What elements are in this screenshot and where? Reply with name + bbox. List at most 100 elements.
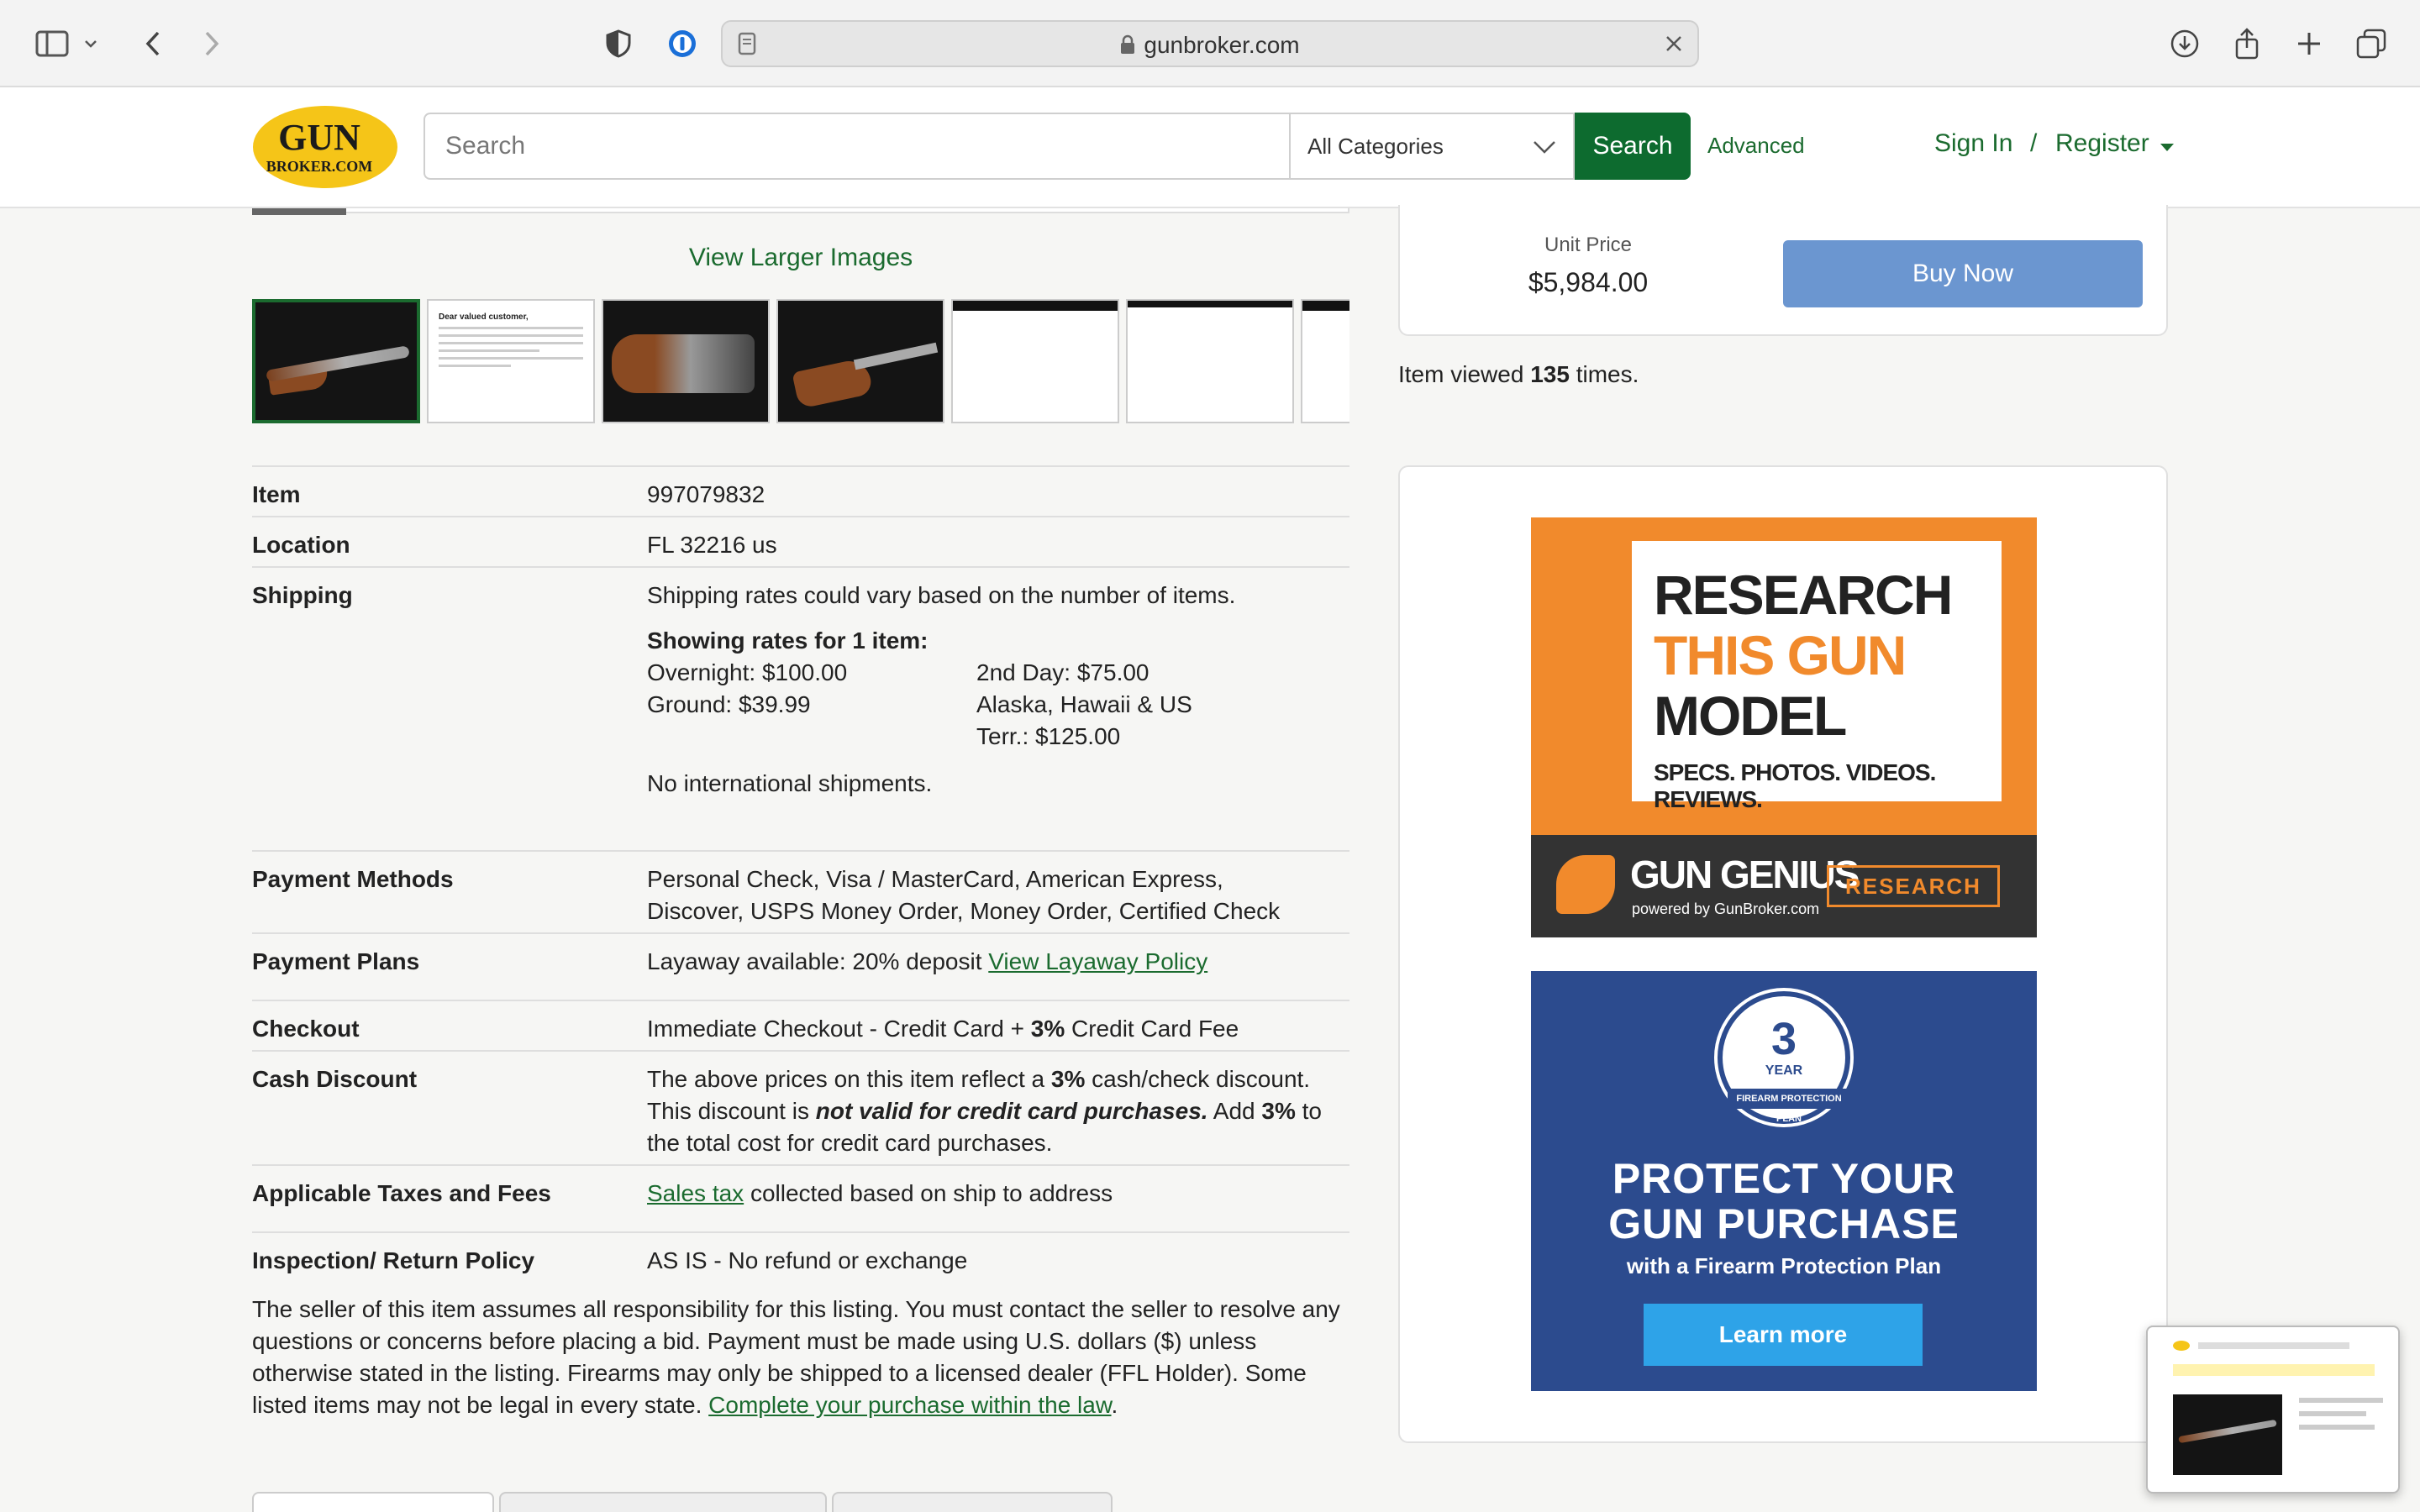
ad-panel: RESEARCH THIS GUN MODEL SPECS. PHOTOS. V… (1398, 465, 2168, 1443)
detail-row-checkout: Checkout Immediate Checkout - Credit Car… (252, 1000, 1349, 1050)
search-input[interactable] (424, 113, 1289, 180)
tab-overview-icon[interactable] (2349, 22, 2393, 66)
letter-title: Dear valued customer, (439, 312, 529, 322)
site-header: GUN BROKER.COM All Categories Search Adv… (0, 87, 2420, 208)
detail-label: Payment Methods (252, 866, 454, 892)
rate-2nd-day: 2nd Day: $75.00 (976, 659, 1150, 685)
separator: / (2030, 129, 2038, 157)
preview-image (2173, 1394, 2282, 1475)
thumbnail-6[interactable] (1126, 299, 1294, 423)
tab-2[interactable] (499, 1492, 827, 1512)
ad-subheadline: with a Firearm Protection Plan (1626, 1253, 1942, 1278)
back-icon[interactable] (131, 22, 175, 66)
payment-plans-value: Layaway available: 20% deposit (647, 948, 982, 974)
new-tab-icon[interactable] (2287, 22, 2331, 66)
thumbnail-3[interactable] (602, 299, 770, 423)
url-label: gunbroker.com (1144, 32, 1300, 58)
detail-label: Payment Plans (252, 948, 420, 974)
detail-row-taxes: Applicable Taxes and Fees Sales tax coll… (252, 1164, 1349, 1231)
share-icon[interactable] (2225, 22, 2269, 66)
detail-row-inspection: Inspection/ Return Policy AS IS - No ref… (252, 1231, 1349, 1282)
ad-headline: PROTECT YOUR GUN PURCHASE (1531, 1156, 2037, 1247)
checkout-text: Immediate Checkout - Credit Card + (647, 1016, 1024, 1042)
checkout-text-end: Credit Card Fee (1071, 1016, 1239, 1042)
thumbnail-image (603, 301, 768, 422)
purchase-law-link[interactable]: Complete your purchase within the law (708, 1392, 1111, 1418)
badge-year: YEAR (1765, 1063, 1803, 1078)
browser-toolbar: gunbroker.com (0, 0, 2420, 87)
close-icon[interactable] (1664, 32, 1684, 60)
thumbnail-7[interactable] (1301, 299, 1349, 423)
detail-label: Applicable Taxes and Fees (252, 1180, 551, 1206)
buy-box: Unit Price $5,984.00 Buy Now (1398, 205, 2168, 336)
logo-text-bottom: BROKER.COM (266, 158, 373, 175)
thumbnail-5[interactable] (951, 299, 1119, 423)
ad-headline: THIS GUN (1654, 624, 1907, 686)
detail-row-item: Item 997079832 (252, 465, 1349, 516)
gun-genius-powered-by: powered by GunBroker.com (1632, 900, 1820, 917)
seller-disclaimer: The seller of this item assumes all resp… (252, 1294, 1349, 1421)
detail-row-location: Location FL 32216 us (252, 516, 1349, 566)
search-button[interactable]: Search (1575, 113, 1691, 180)
lock-icon (1120, 34, 1135, 60)
three-year-badge-icon: 3 YEAR FIREARM PROTECTION PLAN (1718, 991, 1850, 1124)
chevron-down-icon (1533, 134, 1556, 160)
cash-percent: 3% (1261, 1098, 1296, 1124)
research-gun-ad[interactable]: RESEARCH THIS GUN MODEL SPECS. PHOTOS. V… (1531, 517, 2037, 937)
address-bar[interactable]: gunbroker.com (721, 20, 1699, 67)
cash-text: The above prices on this item reflect a (647, 1066, 1045, 1092)
thumbnail-letter-image: Dear valued customer, (429, 301, 593, 422)
thumbnail-image (778, 301, 943, 422)
url-text[interactable]: gunbroker.com (723, 32, 1697, 60)
password-manager-icon[interactable] (660, 22, 704, 66)
detail-label: Inspection/ Return Policy (252, 1247, 535, 1273)
buy-now-button[interactable]: Buy Now (1783, 240, 2143, 307)
unit-price-label: Unit Price (1544, 234, 1633, 256)
badge-number: 3 (1770, 1014, 1797, 1064)
detail-label: Checkout (252, 1016, 360, 1042)
shield-icon[interactable] (597, 22, 640, 66)
sign-in-link[interactable]: Sign In (1934, 129, 2012, 158)
thumbnail-1[interactable] (252, 299, 420, 423)
item-viewed-count: Item viewed 135 times. (1398, 361, 1639, 388)
advanced-search-link[interactable]: Advanced (1707, 133, 1805, 159)
ad-headline: RESEARCH (1654, 564, 1953, 626)
layaway-policy-link[interactable]: View Layaway Policy (988, 948, 1207, 974)
tab-3[interactable] (832, 1492, 1113, 1512)
sales-tax-link[interactable]: Sales tax (647, 1180, 744, 1206)
gunbroker-logo[interactable]: GUN BROKER.COM (252, 104, 398, 190)
view-larger-images-link[interactable]: View Larger Images (252, 244, 1349, 272)
ad-headline-line: PROTECT YOUR (1612, 1155, 1956, 1202)
protection-plan-ad[interactable]: 3 YEAR FIREARM PROTECTION PLAN PROTECT Y… (1531, 971, 2037, 1391)
rate-overnight: Overnight: $100.00 (647, 659, 848, 685)
ad-card: RESEARCH THIS GUN MODEL SPECS. PHOTOS. V… (1632, 541, 2002, 812)
thumbnail-4[interactable] (776, 299, 944, 423)
ad-subheadline: SPECS. PHOTOS. VIDEOS. REVIEWS. (1654, 759, 1936, 812)
register-menu[interactable]: Register (2055, 129, 2175, 159)
floating-page-preview[interactable] (2146, 1326, 2400, 1494)
image-gallery-frame (252, 208, 1349, 213)
category-select[interactable]: All Categories (1289, 113, 1575, 180)
tab-1[interactable] (252, 1492, 494, 1512)
detail-label: Cash Discount (252, 1066, 418, 1092)
sidebar-toggle-icon[interactable] (30, 22, 74, 66)
thumbnail-2[interactable]: Dear valued customer, (427, 299, 595, 423)
checkout-fee-percent: 3% (1030, 1016, 1065, 1042)
caret-down-icon (2160, 130, 2175, 159)
showing-rates-heading: Showing rates for 1 item: (647, 627, 929, 654)
detail-row-cash-discount: Cash Discount The above prices on this i… (252, 1050, 1349, 1164)
learn-more-button[interactable]: Learn more (1644, 1304, 1923, 1366)
no-international-note: No international shipments. (647, 770, 933, 796)
disclaimer-end: . (1111, 1392, 1118, 1418)
ad-footer: GUN GENIUS powered by GunBroker.com RESE… (1531, 835, 2037, 937)
detail-row-payment-methods: Payment Methods Personal Check, Visa / M… (252, 850, 1349, 932)
research-button[interactable]: RESEARCH (1827, 865, 2000, 907)
category-select-value: All Categories (1307, 133, 1444, 159)
gallery-scroll-indicator (252, 208, 346, 215)
cash-text: Add (1213, 1098, 1255, 1124)
forward-icon[interactable] (190, 22, 234, 66)
chevron-down-icon[interactable] (77, 22, 104, 66)
detail-row-payment-plans: Payment Plans Layaway available: 20% dep… (252, 932, 1349, 1000)
detail-label: Location (252, 532, 350, 558)
download-icon[interactable] (2163, 22, 2207, 66)
